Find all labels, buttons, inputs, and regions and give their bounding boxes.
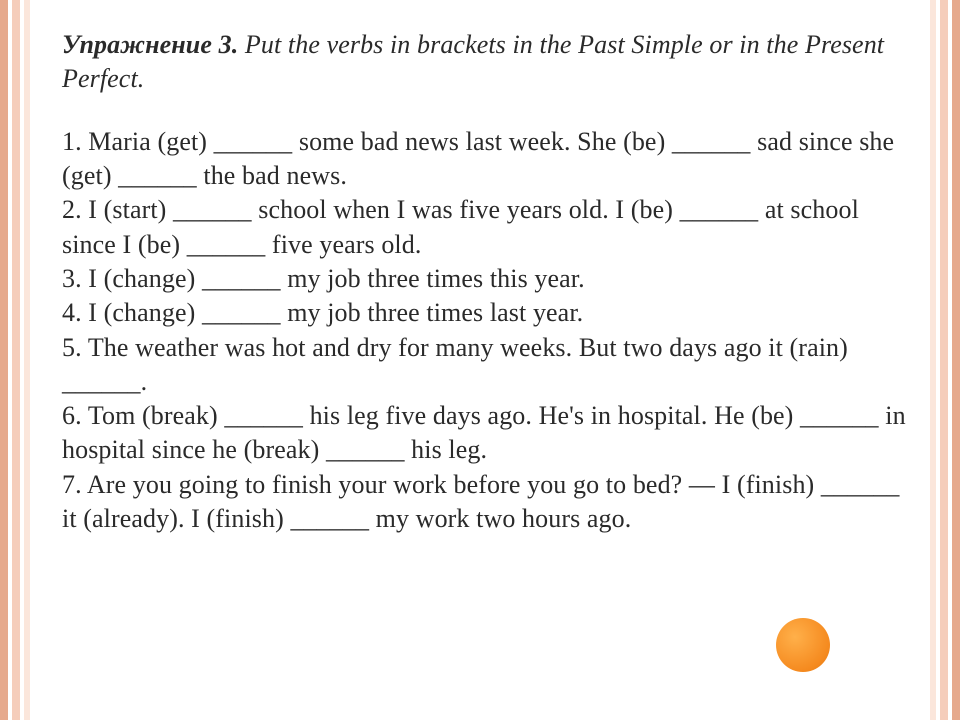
exercise-item-5: 5. The weather was hot and dry for many … — [62, 331, 912, 400]
decor-stripe-right — [930, 0, 960, 720]
content-area: Упражнение 3. Put the verbs in brackets … — [62, 28, 912, 536]
exercise-title: Упражнение 3. Put the verbs in brackets … — [62, 28, 912, 97]
exercise-item-1: 1. Maria (get) ______ some bad news last… — [62, 125, 912, 194]
exercise-item-2: 2. I (start) ______ school when I was fi… — [62, 193, 912, 262]
decor-circle — [776, 618, 830, 672]
exercise-item-4: 4. I (change) ______ my job three times … — [62, 296, 912, 330]
title-bold: Упражнение 3. — [62, 30, 238, 59]
decor-stripe-left — [0, 0, 30, 720]
slide: Упражнение 3. Put the verbs in brackets … — [0, 0, 960, 720]
exercise-item-6: 6. Tom (break) ______ his leg five days … — [62, 399, 912, 468]
exercise-item-7: 7. Are you going to finish your work bef… — [62, 468, 912, 537]
exercise-item-3: 3. I (change) ______ my job three times … — [62, 262, 912, 296]
